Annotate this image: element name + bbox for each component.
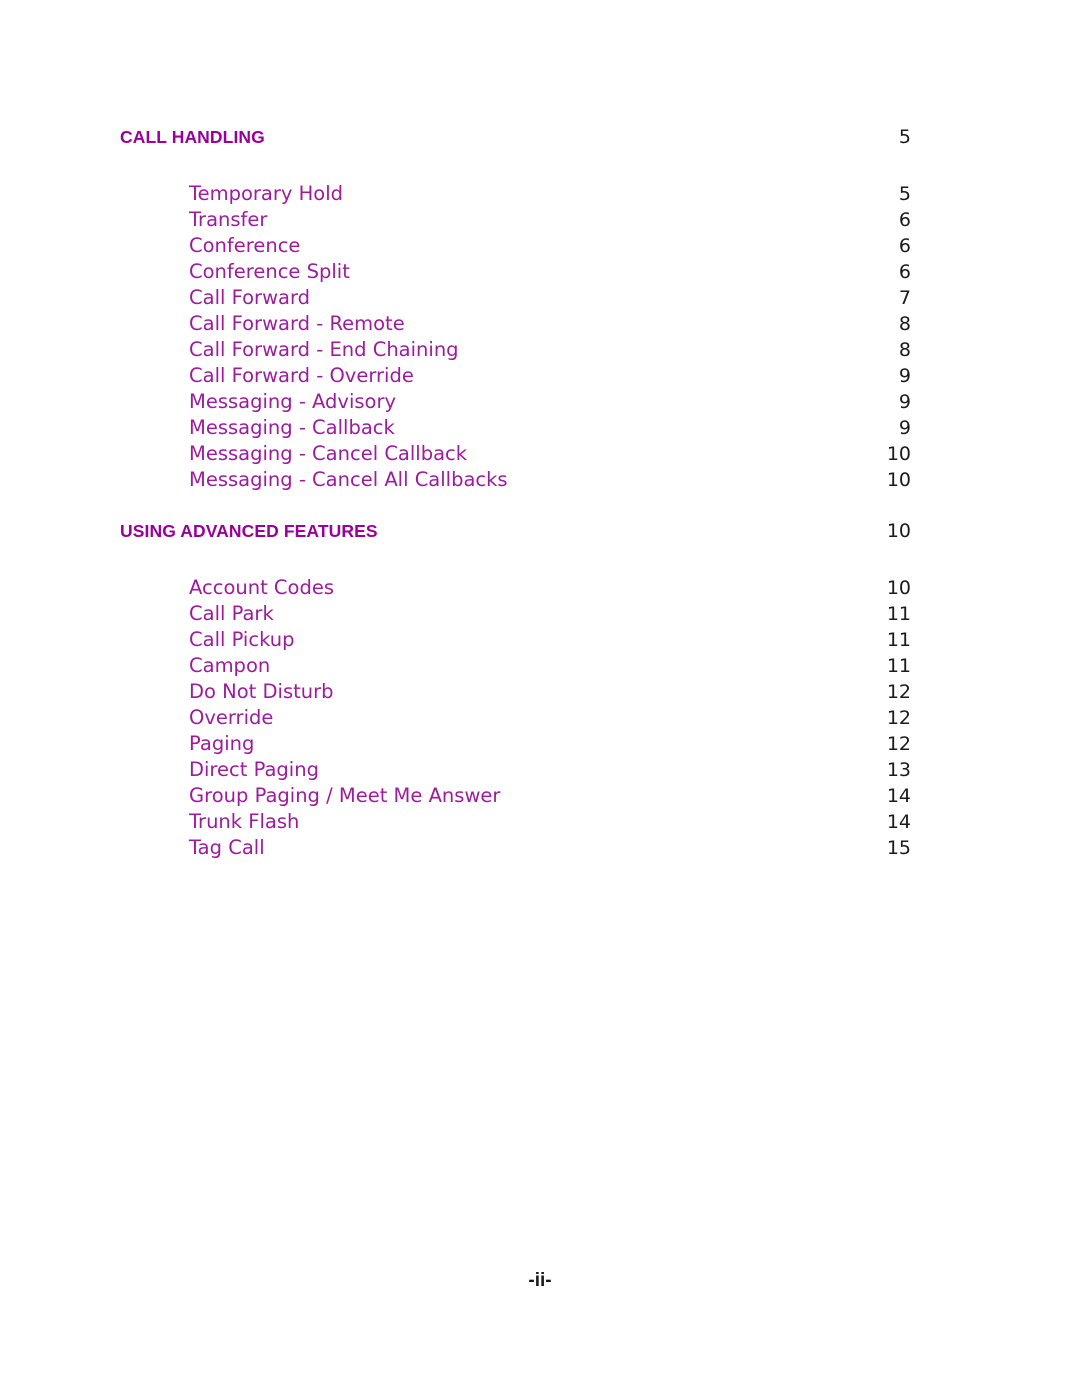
toc-entry-row[interactable]: Temporary Hold 5 xyxy=(189,181,911,207)
toc-entry-label[interactable]: Messaging - Advisory xyxy=(189,389,396,415)
toc-section-page-number: 10 xyxy=(886,520,911,542)
toc-entry-row[interactable]: Messaging - Cancel Callback 10 xyxy=(189,441,911,467)
toc-entry-page-number: 9 xyxy=(898,365,911,387)
toc-entry-page-number: 5 xyxy=(898,183,911,205)
toc-entry-label[interactable]: Messaging - Callback xyxy=(189,415,395,441)
toc-entry-label[interactable]: Trunk Flash xyxy=(189,809,299,835)
toc-entry-label[interactable]: Call Forward - Override xyxy=(189,363,414,389)
page-marker: -ii- xyxy=(528,1270,552,1291)
toc-entry-row[interactable]: Conference 6 xyxy=(189,233,911,259)
toc-entry-row[interactable]: Transfer 6 xyxy=(189,207,911,233)
toc-entry-label[interactable]: Call Forward - End Chaining xyxy=(189,337,459,363)
toc-entry-label[interactable]: Group Paging / Meet Me Answer xyxy=(189,783,500,809)
toc-entry-page-number: 10 xyxy=(886,469,911,491)
toc-entry-row[interactable]: Call Forward - Override 9 xyxy=(189,363,911,389)
toc-entry-page-number: 6 xyxy=(898,235,911,257)
toc-entry-label[interactable]: Direct Paging xyxy=(189,757,319,783)
toc-section: CALL HANDLING 5 Temporary Hold 5 Transfer 6 Co… xyxy=(120,126,911,493)
toc-entry-row[interactable]: Group Paging / Meet Me Answer 14 xyxy=(189,783,911,809)
toc-entry-row[interactable]: Conference Split 6 xyxy=(189,259,911,285)
toc-entry-row[interactable]: Campon 11 xyxy=(189,653,911,679)
toc-entry-row[interactable]: Direct Paging 13 xyxy=(189,757,911,783)
toc-entry-label[interactable]: Call Pickup xyxy=(189,627,295,653)
document-page: CALL HANDLING 5 Temporary Hold 5 Transfer 6 Co… xyxy=(0,0,1080,1397)
toc-entry-page-number: 10 xyxy=(886,577,911,599)
toc-entry-page-number: 14 xyxy=(886,785,911,807)
toc-entry-row[interactable]: Account Codes 10 xyxy=(189,575,911,601)
toc-entry-label[interactable]: Messaging - Cancel Callback xyxy=(189,441,467,467)
toc-entry-page-number: 10 xyxy=(886,443,911,465)
toc-entry-page-number: 11 xyxy=(886,603,911,625)
table-of-contents: CALL HANDLING 5 Temporary Hold 5 Transfer 6 Co… xyxy=(120,126,911,861)
toc-entry-row[interactable]: Override 12 xyxy=(189,705,911,731)
toc-entry-row[interactable]: Do Not Disturb 12 xyxy=(189,679,911,705)
toc-entry-label[interactable]: Call Forward - Remote xyxy=(189,311,405,337)
toc-entry-row[interactable]: Call Forward 7 xyxy=(189,285,911,311)
toc-entry-row[interactable]: Call Forward - End Chaining 8 xyxy=(189,337,911,363)
toc-section-heading-label[interactable]: CALL HANDLING xyxy=(120,127,265,148)
toc-entry-label[interactable]: Account Codes xyxy=(189,575,334,601)
toc-entry-row[interactable]: Paging 12 xyxy=(189,731,911,757)
toc-entry-page-number: 7 xyxy=(898,287,911,309)
toc-entry-page-number: 9 xyxy=(898,391,911,413)
toc-section-heading-row[interactable]: CALL HANDLING 5 xyxy=(120,126,911,152)
toc-entry-label[interactable]: Call Forward xyxy=(189,285,310,311)
toc-entry-row[interactable]: Call Pickup 11 xyxy=(189,627,911,653)
page-footer: -ii- xyxy=(0,1270,1080,1292)
toc-entry-row[interactable]: Messaging - Advisory 9 xyxy=(189,389,911,415)
toc-entry-row[interactable]: Call Forward - Remote 8 xyxy=(189,311,911,337)
toc-section-heading-row[interactable]: USING ADVANCED FEATURES 10 xyxy=(120,520,911,546)
toc-entry-row[interactable]: Tag Call 15 xyxy=(189,835,911,861)
toc-entry-label[interactable]: Call Park xyxy=(189,601,274,627)
toc-entry-row[interactable]: Call Park 11 xyxy=(189,601,911,627)
toc-entry-row[interactable]: Trunk Flash 14 xyxy=(189,809,911,835)
toc-section-page-number: 5 xyxy=(898,126,911,148)
toc-entry-label[interactable]: Tag Call xyxy=(189,835,265,861)
toc-entry-page-number: 6 xyxy=(898,209,911,231)
toc-entry-page-number: 8 xyxy=(898,339,911,361)
toc-entry-label[interactable]: Paging xyxy=(189,731,254,757)
toc-entry-list: Account Codes 10 Call Park 11 Call Pickup 11 C… xyxy=(120,575,911,861)
toc-entry-row[interactable]: Messaging - Cancel All Callbacks 10 xyxy=(189,467,911,493)
toc-entry-list: Temporary Hold 5 Transfer 6 Conference 6 Confe… xyxy=(120,181,911,493)
toc-entry-label[interactable]: Do Not Disturb xyxy=(189,679,334,705)
toc-entry-label[interactable]: Conference Split xyxy=(189,259,350,285)
toc-entry-page-number: 12 xyxy=(886,707,911,729)
toc-entry-row[interactable]: Messaging - Callback 9 xyxy=(189,415,911,441)
toc-entry-page-number: 12 xyxy=(886,733,911,755)
toc-entry-label[interactable]: Conference xyxy=(189,233,300,259)
toc-entry-page-number: 6 xyxy=(898,261,911,283)
toc-entry-page-number: 13 xyxy=(886,759,911,781)
toc-section: USING ADVANCED FEATURES 10 Account Codes 10… xyxy=(120,520,911,861)
toc-section-heading-label[interactable]: USING ADVANCED FEATURES xyxy=(120,521,378,542)
toc-entry-page-number: 14 xyxy=(886,811,911,833)
toc-entry-label[interactable]: Transfer xyxy=(189,207,267,233)
toc-entry-page-number: 15 xyxy=(886,837,911,859)
toc-entry-label[interactable]: Temporary Hold xyxy=(189,181,343,207)
toc-entry-label[interactable]: Override xyxy=(189,705,273,731)
toc-entry-page-number: 11 xyxy=(886,629,911,651)
toc-entry-page-number: 11 xyxy=(886,655,911,677)
toc-entry-page-number: 9 xyxy=(898,417,911,439)
toc-entry-label[interactable]: Messaging - Cancel All Callbacks xyxy=(189,467,508,493)
toc-entry-page-number: 8 xyxy=(898,313,911,335)
toc-entry-page-number: 12 xyxy=(886,681,911,703)
toc-section-gap xyxy=(120,493,911,520)
toc-entry-label[interactable]: Campon xyxy=(189,653,270,679)
